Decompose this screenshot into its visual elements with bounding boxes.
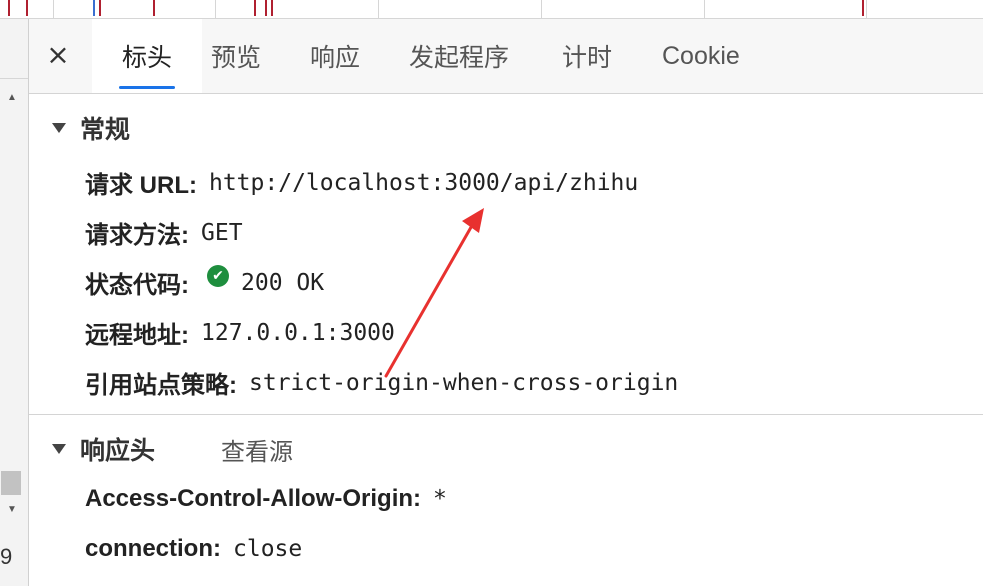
detail-tab-bar: × 标头 预览 响应 发起程序 计时 Cookie xyxy=(29,19,983,94)
tab-label: 响应 xyxy=(310,44,361,72)
tab-label: Cookie xyxy=(662,41,740,70)
header-key: Access-Control-Allow-Origin: xyxy=(85,485,422,512)
response-headers-section-header[interactable]: 响应头 查看源 xyxy=(52,431,293,467)
header-key: 远程地址: xyxy=(85,322,189,349)
timeline-divider xyxy=(541,0,542,18)
timeline-marker xyxy=(862,0,864,16)
timeline-divider xyxy=(378,0,379,18)
status-code-row: 状态代码: ✔ 200 OK xyxy=(85,264,325,300)
scrollbar-thumb[interactable] xyxy=(1,471,21,495)
section-divider xyxy=(29,414,983,415)
timeline-marker xyxy=(99,0,101,16)
tab-headers[interactable]: 标头 xyxy=(92,19,202,93)
timeline-marker xyxy=(8,0,10,16)
scroll-down-icon[interactable]: ▼ xyxy=(2,501,22,517)
general-section-header[interactable]: 常规 xyxy=(52,110,130,146)
section-title: 常规 xyxy=(80,116,131,144)
arrow-head xyxy=(462,208,484,233)
header-value: 127.0.0.1:3000 xyxy=(201,319,395,346)
check-circle-icon: ✔ xyxy=(207,264,229,287)
timeline-marker xyxy=(26,0,28,16)
header-key: 引用站点策略: xyxy=(85,372,237,399)
timeline-divider xyxy=(704,0,705,18)
tab-timing[interactable]: 计时 xyxy=(562,19,612,93)
header-key: connection: xyxy=(85,535,221,562)
tab-label: 发起程序 xyxy=(409,44,510,72)
tab-label: 预览 xyxy=(211,44,262,72)
tab-label: 标头 xyxy=(121,44,172,72)
tab-response[interactable]: 响应 xyxy=(310,19,360,93)
remote-address-row: 远程地址: 127.0.0.1:3000 xyxy=(85,315,395,350)
tab-label: 计时 xyxy=(562,44,613,72)
triangle-down-icon xyxy=(52,444,66,454)
header-value: strict-origin-when-cross-origin xyxy=(249,369,679,396)
header-key: 请求 URL: xyxy=(85,172,197,199)
active-tab-indicator xyxy=(119,86,175,89)
waterfall-timeline xyxy=(0,0,983,19)
view-source-link[interactable]: 查看源 xyxy=(221,432,293,467)
tab-cookie[interactable]: Cookie xyxy=(662,19,740,93)
request-list-pane: ▲ ▼ 9 xyxy=(0,19,29,586)
arrow-shaft xyxy=(384,220,476,378)
close-icon[interactable]: × xyxy=(45,41,71,69)
timeline-marker xyxy=(271,0,273,16)
header-key: 请求方法: xyxy=(85,222,189,249)
timeline-marker xyxy=(265,0,267,16)
request-method-row: 请求方法: GET xyxy=(85,215,243,250)
timeline-marker xyxy=(254,0,256,16)
timeline-marker xyxy=(93,0,95,16)
timeline-divider xyxy=(53,0,54,18)
scroll-up-icon[interactable]: ▲ xyxy=(2,89,22,105)
header-value: http://localhost:3000/api/zhihu xyxy=(208,169,639,196)
row-number: 9 xyxy=(0,544,13,569)
connection-header-row: connection: close xyxy=(85,535,302,563)
request-url-row: 请求 URL: http://localhost:3000/api/zhihu xyxy=(85,165,638,200)
section-title: 响应头 xyxy=(80,437,156,465)
referrer-policy-row: 引用站点策略: strict-origin-when-cross-origin xyxy=(85,365,678,400)
timeline-divider xyxy=(866,0,867,18)
tab-initiator[interactable]: 发起程序 xyxy=(409,19,509,93)
header-key: 状态代码: xyxy=(85,272,189,299)
pane-divider xyxy=(0,78,28,79)
timeline-marker xyxy=(153,0,155,16)
header-value: 200 OK xyxy=(241,269,325,296)
header-value: * xyxy=(433,486,447,512)
header-value: GET xyxy=(201,219,243,246)
triangle-down-icon xyxy=(52,123,66,133)
timeline-divider xyxy=(215,0,216,18)
acao-header-row: Access-Control-Allow-Origin: * xyxy=(85,485,447,513)
tab-preview[interactable]: 预览 xyxy=(211,19,261,93)
header-value: close xyxy=(233,536,303,562)
